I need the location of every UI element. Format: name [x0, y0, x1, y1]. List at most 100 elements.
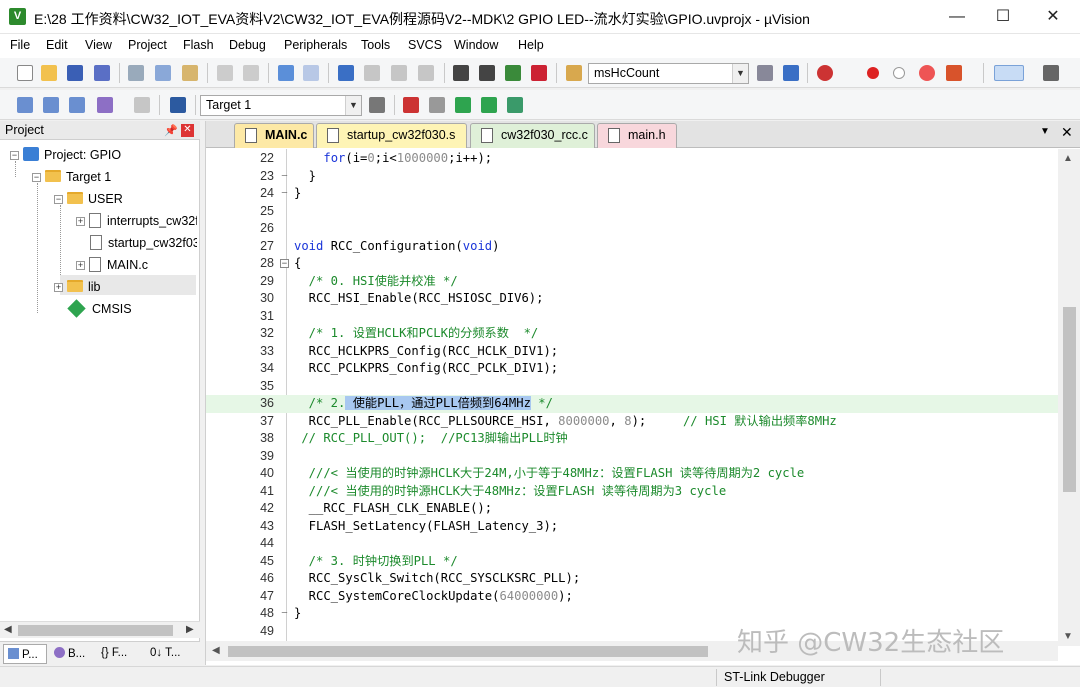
incremental-find-icon[interactable]: [783, 65, 799, 81]
tab-functions-window[interactable]: {} F...: [97, 644, 143, 664]
scroll-thumb[interactable]: [228, 646, 708, 657]
tab-project-window[interactable]: P...: [3, 644, 47, 664]
navigate-back-icon[interactable]: [278, 65, 294, 81]
code-editor[interactable]: 22 for(i=0;i<1000000;i++); 23– } 24–} 25 26 2…: [206, 149, 1058, 646]
clear-bookmarks-icon[interactable]: [418, 65, 434, 81]
code-line[interactable]: 24–}: [206, 185, 1058, 203]
prev-bookmark-icon[interactable]: [364, 65, 380, 81]
translate-icon[interactable]: [17, 97, 33, 113]
fold-toggle-icon[interactable]: −: [280, 259, 289, 269]
paste-icon[interactable]: [182, 65, 198, 81]
tab-startup-s[interactable]: startup_cw32f030.s: [316, 123, 467, 148]
copy-icon[interactable]: [155, 65, 171, 81]
scroll-up-icon[interactable]: ▲: [1063, 153, 1073, 164]
code-line[interactable]: 26: [206, 220, 1058, 238]
find-icon[interactable]: [757, 65, 773, 81]
build-icon[interactable]: [43, 97, 59, 113]
file-extensions-icon[interactable]: [429, 97, 445, 113]
pin-icon[interactable]: 📌: [164, 124, 178, 137]
tab-main-h[interactable]: main.h: [597, 123, 677, 148]
next-bookmark-icon[interactable]: [391, 65, 407, 81]
code-line[interactable]: 43 FLASH_SetLatency(FLASH_Latency_3);: [206, 518, 1058, 536]
save-icon[interactable]: [67, 65, 83, 81]
new-file-icon[interactable]: [17, 65, 33, 81]
target-combo[interactable]: Target 1 ▼: [200, 95, 362, 116]
tree-project-root[interactable]: − Project: GPIO: [10, 145, 121, 165]
tab-books-window[interactable]: B...: [50, 644, 94, 664]
close-tab-icon[interactable]: ✕: [1061, 124, 1073, 141]
code-line[interactable]: 46 RCC_SysClk_Switch(RCC_SYSCLKSRC_PLL);: [206, 570, 1058, 588]
scroll-thumb[interactable]: [1063, 307, 1076, 492]
target-options-icon[interactable]: [369, 97, 385, 113]
close-icon[interactable]: ✕: [181, 124, 194, 137]
open-folder-icon[interactable]: [41, 65, 57, 81]
menu-view[interactable]: View: [85, 38, 112, 52]
menu-debug[interactable]: Debug: [229, 38, 266, 52]
tree-group-user[interactable]: − USER: [54, 189, 123, 209]
code-line[interactable]: 31: [206, 308, 1058, 326]
kill-breakpoints-icon[interactable]: [919, 65, 935, 81]
menu-project[interactable]: Project: [128, 38, 167, 52]
save-all-icon[interactable]: [94, 65, 110, 81]
code-line[interactable]: 35: [206, 378, 1058, 396]
code-line[interactable]: 44: [206, 535, 1058, 553]
menu-window[interactable]: Window: [454, 38, 498, 52]
disable-breakpoint-icon[interactable]: [893, 67, 905, 79]
tree-group-lib[interactable]: + lib: [54, 277, 101, 297]
menu-help[interactable]: Help: [518, 38, 544, 52]
menu-file[interactable]: File: [10, 38, 30, 52]
menu-flash[interactable]: Flash: [183, 38, 214, 52]
tree-target[interactable]: − Target 1: [32, 167, 111, 187]
menu-svcs[interactable]: SVCS: [408, 38, 442, 52]
tree-file-main[interactable]: + MAIN.c: [76, 255, 148, 275]
run-time-environment-icon[interactable]: [507, 97, 523, 113]
editor-vertical-scrollbar[interactable]: ▲ ▼: [1058, 149, 1080, 646]
code-line[interactable]: 28−{: [206, 255, 1058, 273]
code-line[interactable]: 48–}: [206, 605, 1058, 623]
bookmark-icon[interactable]: [338, 65, 354, 81]
code-line[interactable]: 22 for(i=0;i<1000000;i++);: [206, 150, 1058, 168]
tree-file-startup[interactable]: startup_cw32f030.s: [90, 233, 197, 253]
code-line[interactable]: 47 RCC_SystemCoreClockUpdate(64000000);: [206, 588, 1058, 606]
find-combo[interactable]: msHcCount ▼: [588, 63, 749, 84]
stop-build-icon[interactable]: [134, 97, 150, 113]
undo-icon[interactable]: [217, 65, 233, 81]
wrench-icon[interactable]: [1043, 65, 1059, 81]
code-line[interactable]: 36 /* 2. 使能PLL，通过PLL倍频到64MHz */: [206, 395, 1058, 413]
debug-session-icon[interactable]: [817, 65, 833, 81]
code-line[interactable]: 42 __RCC_FLASH_CLK_ENABLE();: [206, 500, 1058, 518]
tab-list-chevron-icon[interactable]: ▼: [1040, 126, 1050, 137]
expand-toggle-icon[interactable]: +: [54, 283, 63, 292]
manage-components-icon[interactable]: [403, 97, 419, 113]
scroll-down-icon[interactable]: ▼: [1063, 631, 1073, 642]
chevron-down-icon[interactable]: ▼: [732, 64, 748, 83]
batch-build-icon[interactable]: [97, 97, 113, 113]
code-line[interactable]: 33 RCC_HCLKPRS_Config(RCC_HCLK_DIV1);: [206, 343, 1058, 361]
tab-templates-window[interactable]: 0↓ T...: [146, 644, 196, 664]
close-window-button[interactable]: ✕: [1030, 0, 1076, 34]
indent-icon[interactable]: [453, 65, 469, 81]
window-layout-icon[interactable]: [994, 65, 1024, 81]
uncomment-icon[interactable]: [531, 65, 547, 81]
find-in-files-icon[interactable]: [566, 65, 582, 81]
code-line[interactable]: 27 void RCC_Configuration(void): [206, 238, 1058, 256]
maximize-button[interactable]: ☐: [980, 0, 1026, 34]
expand-toggle-icon[interactable]: +: [76, 217, 85, 226]
collapse-toggle-icon[interactable]: −: [54, 195, 63, 204]
unindent-icon[interactable]: [479, 65, 495, 81]
download-icon[interactable]: [170, 97, 186, 113]
code-line[interactable]: 34 RCC_PCLKPRS_Config(RCC_PCLK_DIV1);: [206, 360, 1058, 378]
tab-rcc-c[interactable]: cw32f030_rcc.c: [470, 123, 595, 148]
scroll-thumb[interactable]: [18, 625, 173, 636]
scroll-right-icon[interactable]: ▶: [186, 624, 194, 635]
select-packs-icon[interactable]: [455, 97, 471, 113]
code-line[interactable]: 37 RCC_PLL_Enable(RCC_PLLSOURCE_HSI, 800…: [206, 413, 1058, 431]
navigate-forward-icon[interactable]: [303, 65, 319, 81]
code-line[interactable]: 39: [206, 448, 1058, 466]
tab-main-c[interactable]: MAIN.c: [234, 123, 314, 148]
menu-tools[interactable]: Tools: [361, 38, 390, 52]
collapse-toggle-icon[interactable]: −: [10, 151, 19, 160]
collapse-toggle-icon[interactable]: −: [32, 173, 41, 182]
rebuild-icon[interactable]: [69, 97, 85, 113]
expand-toggle-icon[interactable]: +: [76, 261, 85, 270]
